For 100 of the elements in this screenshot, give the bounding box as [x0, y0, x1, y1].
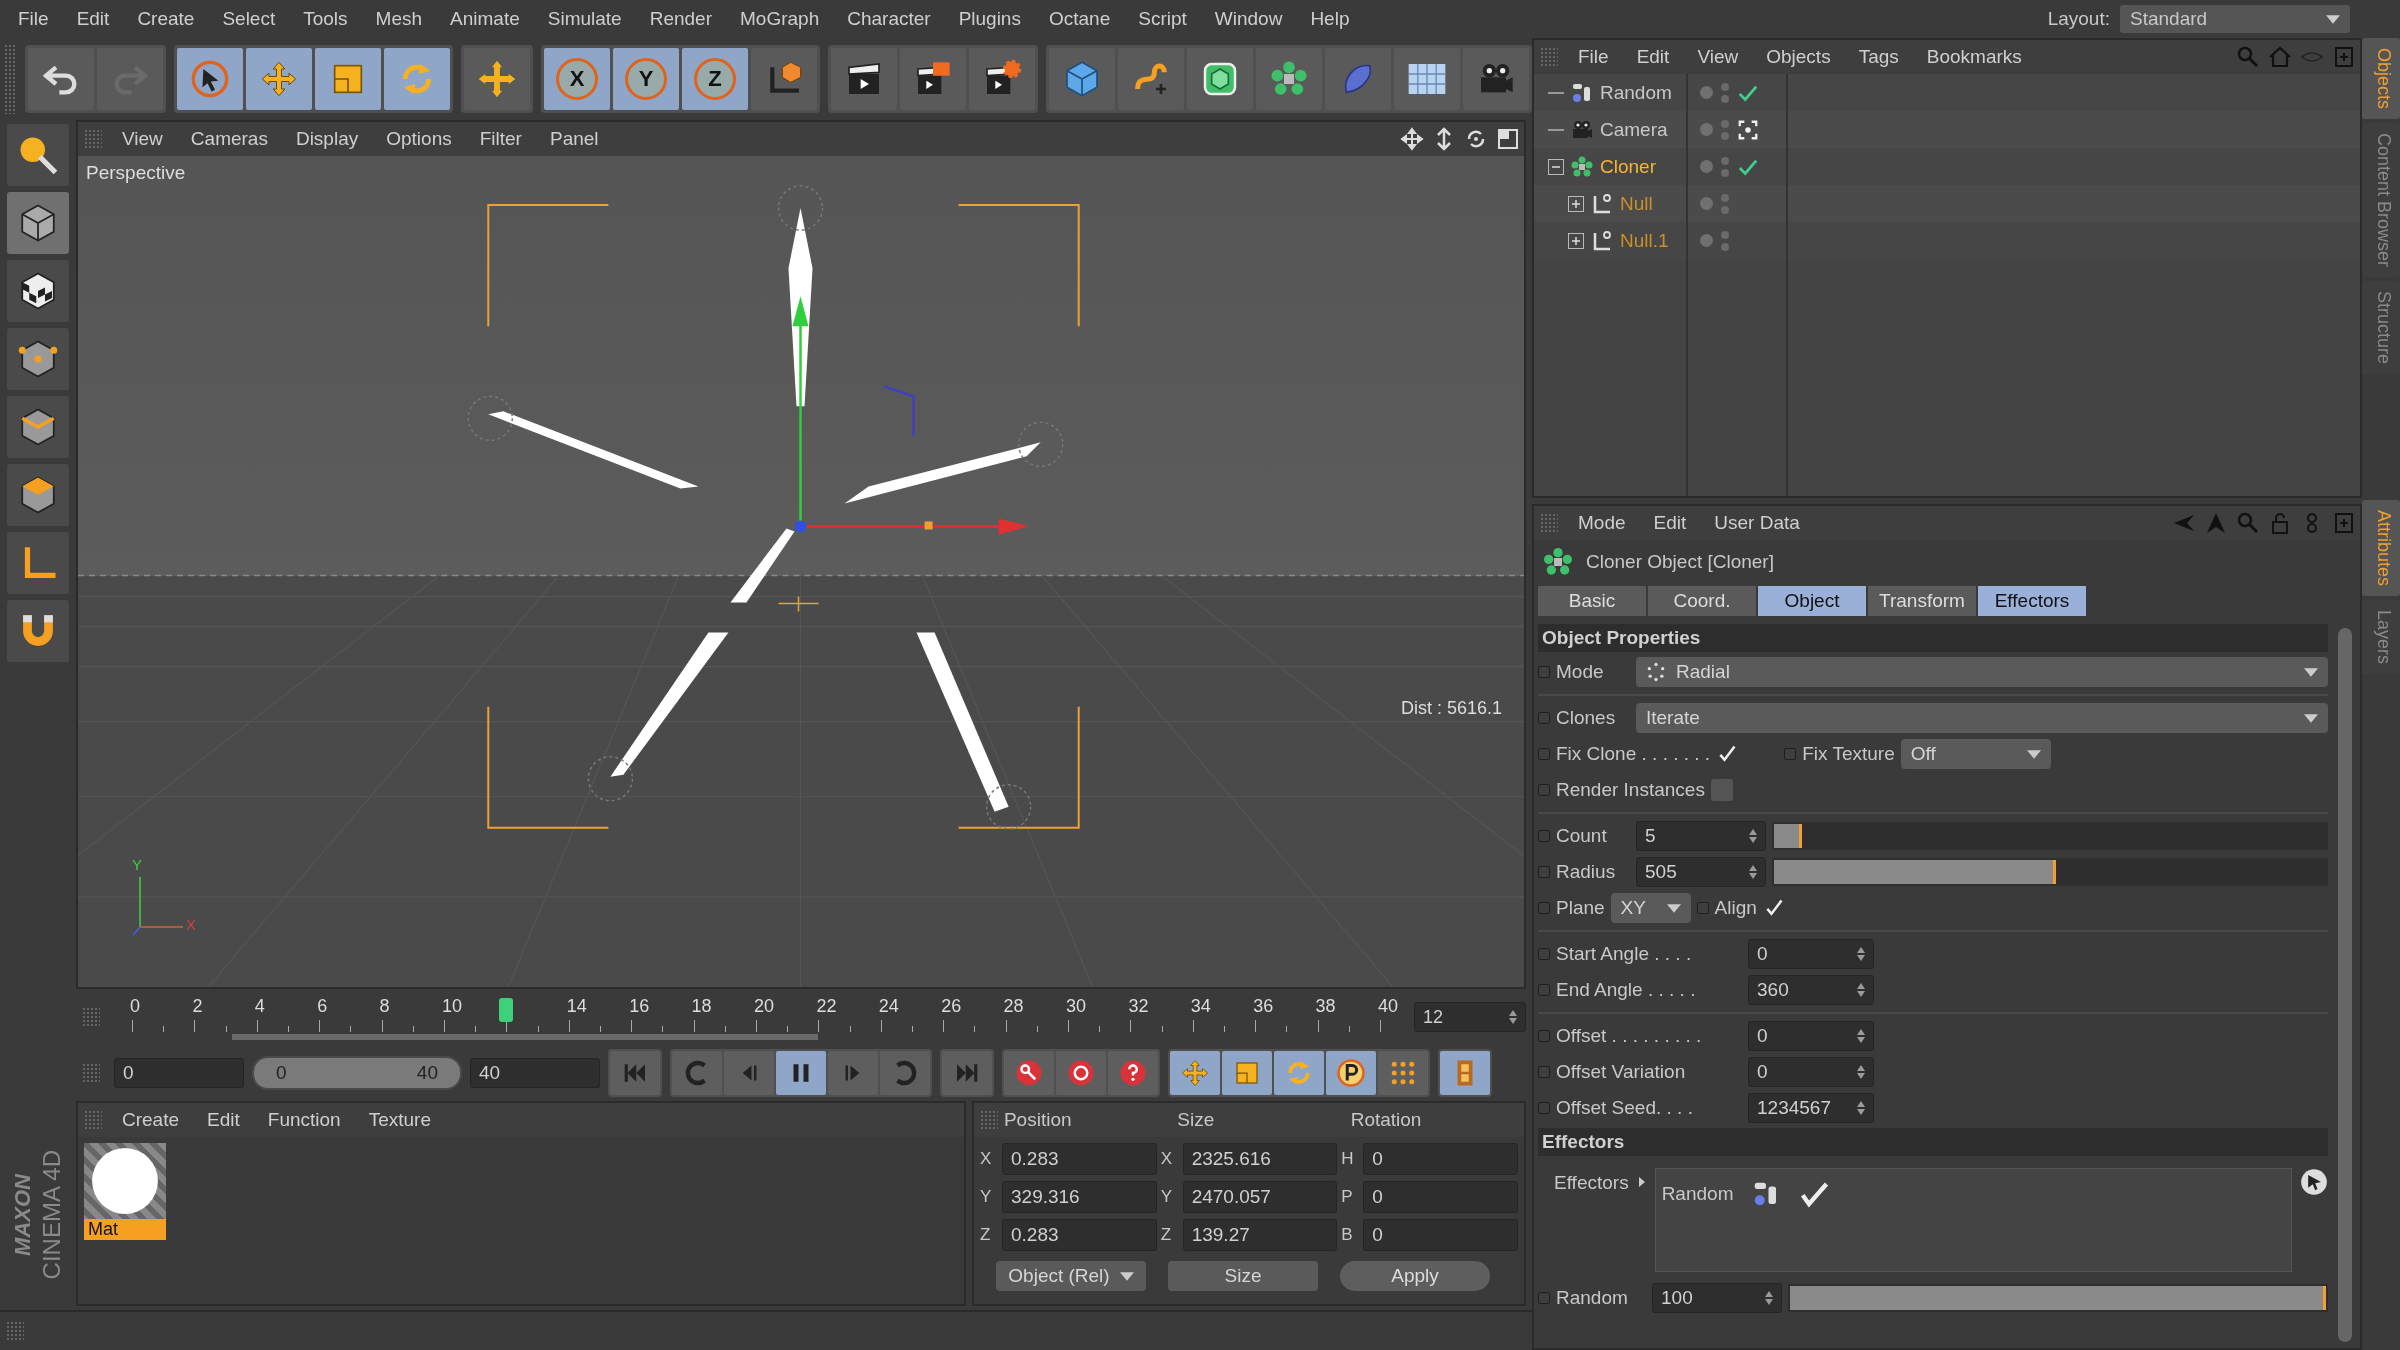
layer-dot[interactable] — [1700, 197, 1713, 210]
layer-dot[interactable] — [1700, 86, 1713, 99]
visibility-toggle[interactable] — [1721, 82, 1729, 103]
position-field[interactable]: 0.283 — [1002, 1143, 1157, 1175]
menu-item[interactable]: Tags — [1844, 46, 1913, 68]
undo-button[interactable] — [28, 48, 94, 110]
scrollbar[interactable] — [2338, 628, 2352, 1342]
menu-item[interactable]: Octane — [1034, 8, 1125, 30]
menu-item[interactable]: Animate — [436, 8, 534, 30]
up-arrow-icon[interactable] — [2204, 511, 2228, 535]
model-mode-button[interactable] — [7, 192, 69, 254]
keyframe-toggle[interactable] — [1538, 784, 1550, 796]
visibility-toggle[interactable] — [1721, 230, 1729, 251]
key-position-button[interactable] — [1170, 1051, 1220, 1095]
random-field[interactable]: 100 — [1652, 1283, 1782, 1313]
menu-item[interactable]: Cameras — [176, 128, 282, 150]
material-swatch[interactable]: Mat — [84, 1143, 166, 1240]
move-tool-button[interactable] — [246, 48, 312, 110]
end-frame-field[interactable]: 40 — [470, 1058, 600, 1088]
render-instances-checkbox[interactable] — [1710, 779, 1733, 801]
keyframe-toggle[interactable] — [1538, 866, 1550, 878]
plane-dropdown[interactable]: XY — [1610, 893, 1691, 923]
go-to-start-button[interactable] — [610, 1051, 660, 1095]
clones-dropdown[interactable]: Iterate — [1636, 703, 2328, 733]
spinner-icon[interactable] — [1857, 983, 1865, 997]
spinner-icon[interactable] — [1857, 1101, 1865, 1115]
menu-item[interactable]: View — [108, 128, 177, 150]
grip-handle[interactable] — [82, 1007, 100, 1027]
target-tag-icon[interactable] — [1737, 118, 1759, 141]
size-field[interactable]: 2470.057 — [1182, 1181, 1338, 1213]
subdivision-button[interactable] — [1187, 48, 1253, 110]
menu-item[interactable]: Create — [108, 1109, 194, 1131]
deformer-button[interactable] — [1325, 48, 1391, 110]
grip-handle[interactable] — [84, 1110, 102, 1130]
object-name[interactable]: Random — [1600, 81, 1672, 104]
snap-button[interactable] — [7, 600, 69, 662]
layer-dot[interactable] — [1700, 160, 1713, 173]
position-field[interactable]: 329.316 — [1002, 1181, 1157, 1213]
side-tab[interactable]: Objects — [2362, 38, 2400, 120]
layer-dot[interactable] — [1700, 234, 1713, 247]
menu-item[interactable]: Mode — [1564, 512, 1640, 534]
menu-item[interactable]: View — [1683, 46, 1753, 68]
count-slider[interactable] — [1772, 822, 2328, 850]
spinner-icon[interactable] — [1857, 947, 1865, 961]
menu-item[interactable]: Filter — [465, 128, 536, 150]
timeline-ruler[interactable]: 0 2 4 6 8 10 14 16 18 20 22 24 26 28 30 32 34 36 38 40 — [112, 994, 1408, 1040]
cloner-button[interactable] — [1256, 48, 1322, 110]
record-button[interactable] — [1004, 1051, 1054, 1095]
menu-item[interactable]: Tools — [289, 8, 362, 30]
menu-item[interactable]: Character — [833, 8, 945, 30]
object-name[interactable]: Camera — [1600, 118, 1668, 141]
world-coordinates-button[interactable] — [464, 48, 530, 110]
spline-button[interactable] — [1118, 48, 1184, 110]
start-frame-field[interactable]: 0 — [114, 1058, 244, 1088]
pick-icon[interactable] — [2300, 1168, 2328, 1196]
pause-button[interactable] — [776, 1051, 826, 1095]
keyframe-toggle[interactable] — [1538, 1030, 1550, 1042]
spinner-icon[interactable] — [1857, 1029, 1865, 1043]
rotation-field[interactable]: 0 — [1363, 1181, 1518, 1213]
auto-key-button[interactable] — [1056, 1051, 1106, 1095]
menu-item[interactable]: Bookmarks — [1912, 46, 2036, 68]
new-panel-icon[interactable] — [2332, 511, 2356, 535]
menu-item[interactable]: File — [1564, 46, 1623, 68]
keyframe-toggle[interactable] — [1696, 902, 1709, 914]
range-thumb[interactable]: 0 40 — [254, 1058, 460, 1088]
next-key-button[interactable] — [880, 1051, 930, 1095]
keyframe-toggle[interactable] — [1538, 1066, 1550, 1078]
fix-texture-dropdown[interactable]: Off — [1900, 739, 2051, 769]
pan-icon[interactable] — [1400, 127, 1424, 151]
axis-mode-button[interactable] — [7, 532, 69, 594]
expand-icon[interactable] — [1568, 232, 1584, 249]
visibility-toggle[interactable] — [1721, 193, 1729, 214]
points-mode-button[interactable] — [7, 328, 69, 390]
spinner-icon[interactable] — [1749, 829, 1757, 843]
visibility-toggle[interactable] — [1721, 119, 1729, 140]
menu-item[interactable]: Create — [123, 8, 209, 30]
select-tool-button[interactable] — [177, 48, 243, 110]
make-editable-button[interactable] — [7, 124, 69, 186]
keyframe-toggle[interactable] — [1538, 902, 1550, 914]
render-picture-button[interactable] — [900, 48, 966, 110]
menu-item[interactable]: User Data — [1700, 512, 1814, 534]
tab[interactable]: Basic — [1538, 586, 1646, 616]
previous-key-button[interactable] — [672, 1051, 722, 1095]
coordinate-mode-dropdown[interactable]: Object (Rel) — [996, 1261, 1146, 1291]
current-frame-field[interactable]: 12 — [1414, 1002, 1526, 1032]
go-to-end-button[interactable] — [942, 1051, 992, 1095]
angle-field[interactable]: 0 — [1748, 939, 1874, 969]
grip-handle[interactable] — [1540, 47, 1558, 67]
menu-item[interactable]: Edit — [1639, 512, 1701, 534]
offset-field[interactable]: 1234567 — [1748, 1093, 1874, 1123]
rotation-field[interactable]: 0 — [1363, 1219, 1518, 1251]
mode-dropdown[interactable]: Radial — [1636, 657, 2328, 687]
keyframe-toggle[interactable] — [1538, 666, 1550, 678]
search-icon[interactable] — [2236, 45, 2260, 69]
rotation-field[interactable]: 0 — [1363, 1143, 1518, 1175]
keyframe-toggle[interactable] — [1538, 748, 1550, 760]
keyframe-toggle[interactable] — [1784, 748, 1797, 760]
grip-handle[interactable] — [980, 1110, 998, 1130]
key-scale-button[interactable] — [1222, 1051, 1272, 1095]
spinner-icon[interactable] — [1509, 1010, 1517, 1024]
